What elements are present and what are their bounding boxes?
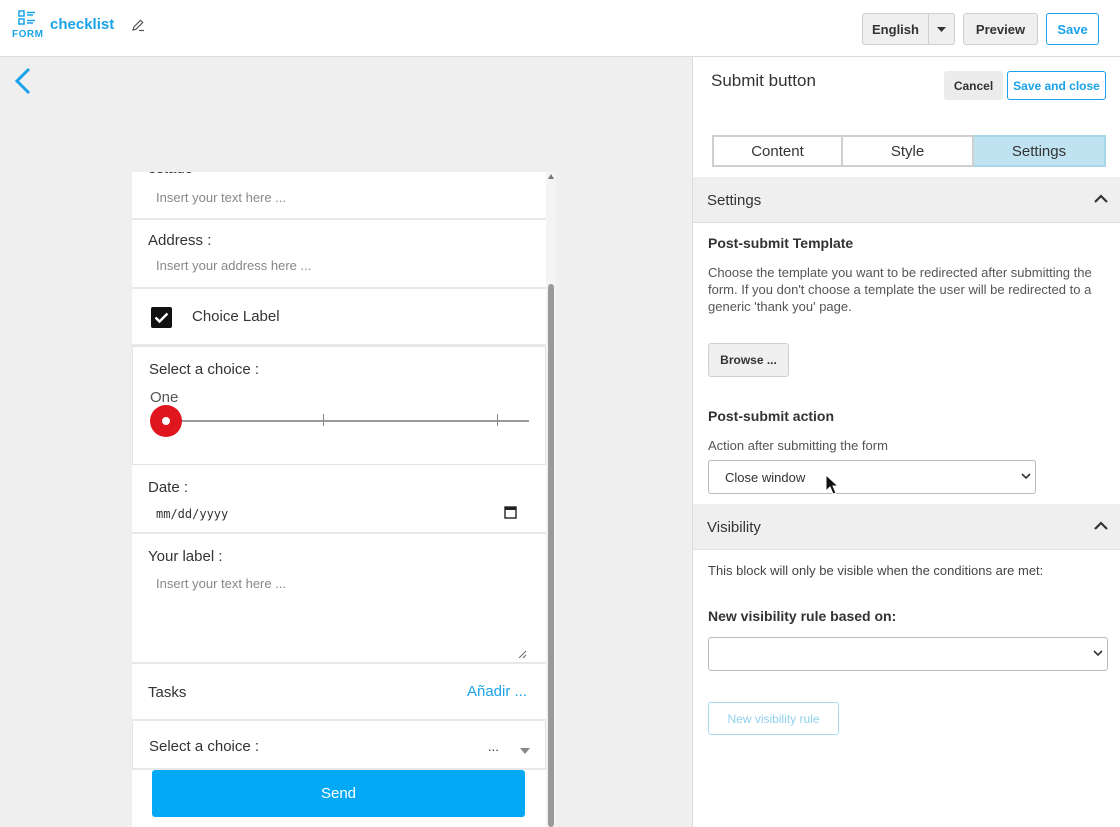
logo-label: FORM bbox=[12, 29, 44, 40]
slider-handle-dot bbox=[162, 417, 170, 425]
cancel-button[interactable]: Cancel bbox=[944, 71, 1003, 100]
browse-button[interactable]: Browse ... bbox=[708, 343, 789, 377]
top-bar: FORM checklist English Preview Save bbox=[0, 0, 1120, 57]
address-label: Address : bbox=[148, 232, 212, 249]
slider-tick bbox=[323, 414, 324, 426]
back-arrow-icon[interactable] bbox=[13, 67, 33, 100]
textarea-placeholder[interactable]: Insert your text here ... bbox=[156, 576, 286, 591]
action-caption: Action after submitting the form bbox=[708, 438, 888, 453]
select-block[interactable]: Select a choice : ... bbox=[132, 721, 546, 770]
language-button[interactable]: English bbox=[862, 13, 929, 45]
post-submit-action-select[interactable]: Close window bbox=[708, 460, 1036, 494]
checkbox-label: Choice Label bbox=[192, 308, 280, 325]
checkbox[interactable] bbox=[151, 307, 172, 328]
calendar-icon[interactable] bbox=[504, 505, 517, 524]
tab-style[interactable]: Style bbox=[843, 135, 974, 167]
form-scrollbar[interactable] bbox=[546, 172, 556, 827]
settings-section-title: Settings bbox=[707, 192, 762, 209]
language-selector: English bbox=[862, 13, 955, 45]
post-submit-action-heading: Post-submit action bbox=[708, 408, 835, 424]
preview-button[interactable]: Preview bbox=[963, 13, 1038, 45]
scroll-up-arrow-icon[interactable] bbox=[548, 174, 554, 179]
slider-block[interactable]: Select a choice : One bbox=[132, 346, 546, 465]
scroll-thumb[interactable] bbox=[548, 284, 554, 827]
slider-handle[interactable] bbox=[150, 405, 182, 437]
settings-section-header[interactable]: Settings bbox=[693, 177, 1120, 223]
visibility-rule-select[interactable] bbox=[708, 637, 1108, 671]
date-input-placeholder[interactable]: mm/dd/yyyy bbox=[156, 507, 228, 521]
caret-down-icon bbox=[937, 26, 946, 32]
tab-content[interactable]: Content bbox=[712, 135, 843, 167]
slider-track[interactable] bbox=[166, 420, 529, 422]
tasks-label: Tasks bbox=[148, 684, 187, 701]
checkbox-block[interactable]: Choice Label bbox=[132, 289, 546, 346]
tab-settings[interactable]: Settings bbox=[974, 135, 1106, 167]
address-field-block[interactable]: Address : Insert your address here ... bbox=[132, 220, 546, 289]
post-submit-action-value: Close window bbox=[725, 470, 806, 485]
select-label: Select a choice : bbox=[149, 738, 260, 755]
chevron-down-icon bbox=[1093, 650, 1103, 657]
save-button[interactable]: Save bbox=[1046, 13, 1099, 45]
form-logo-icon bbox=[18, 10, 35, 25]
form-title: checklist bbox=[50, 16, 115, 33]
visibility-description: This block will only be visible when the… bbox=[708, 563, 1044, 578]
textarea-block[interactable]: Your label : Insert your text here ... bbox=[132, 534, 546, 664]
new-visibility-rule-heading: New visibility rule based on: bbox=[708, 608, 897, 624]
chevron-up-icon[interactable] bbox=[1094, 521, 1108, 530]
post-submit-template-heading: Post-submit Template bbox=[708, 235, 854, 251]
form-preview: estado Insert your text here ... Address… bbox=[132, 172, 546, 827]
text-field-block[interactable]: estado Insert your text here ... bbox=[132, 172, 546, 220]
textarea-label: Your label : bbox=[148, 548, 223, 565]
text-input-placeholder[interactable]: Insert your text here ... bbox=[156, 190, 286, 205]
add-task-link[interactable]: Añadir ... bbox=[467, 683, 527, 700]
chevron-up-icon[interactable] bbox=[1094, 194, 1108, 203]
post-submit-template-description: Choose the template you want to be redir… bbox=[708, 265, 1092, 314]
field-label: estado bbox=[148, 172, 193, 177]
date-label: Date : bbox=[148, 479, 189, 496]
caret-down-icon[interactable] bbox=[520, 741, 530, 759]
mouse-cursor-icon bbox=[825, 474, 839, 495]
slider-tick bbox=[497, 414, 498, 426]
tasks-block: Tasks Añadir ... bbox=[132, 664, 546, 721]
chevron-down-icon bbox=[1021, 473, 1031, 480]
visibility-section-header[interactable]: Visibility bbox=[693, 504, 1120, 550]
save-and-close-button[interactable]: Save and close bbox=[1007, 71, 1106, 100]
panel-tabs: Content Style Settings bbox=[712, 135, 1106, 167]
resize-handle-icon[interactable] bbox=[518, 646, 527, 664]
select-value[interactable]: ... bbox=[488, 739, 499, 754]
send-button[interactable]: Send bbox=[152, 770, 525, 817]
form-logo[interactable]: FORM bbox=[12, 10, 44, 40]
slider-label: Select a choice : bbox=[149, 361, 260, 378]
visibility-section-title: Visibility bbox=[707, 519, 761, 536]
new-visibility-rule-button[interactable]: New visibility rule bbox=[708, 702, 839, 735]
language-dropdown-toggle[interactable] bbox=[929, 13, 955, 45]
properties-panel: Submit button Cancel Save and close Cont… bbox=[692, 57, 1120, 827]
slider-value: One bbox=[150, 389, 179, 406]
address-input-placeholder[interactable]: Insert your address here ... bbox=[156, 258, 311, 273]
panel-title: Submit button bbox=[711, 71, 816, 90]
form-canvas: estado Insert your text here ... Address… bbox=[0, 57, 692, 827]
rename-pencil-icon[interactable] bbox=[131, 18, 145, 37]
checkmark-icon bbox=[154, 312, 169, 324]
date-field-block[interactable]: Date : mm/dd/yyyy bbox=[132, 465, 546, 534]
